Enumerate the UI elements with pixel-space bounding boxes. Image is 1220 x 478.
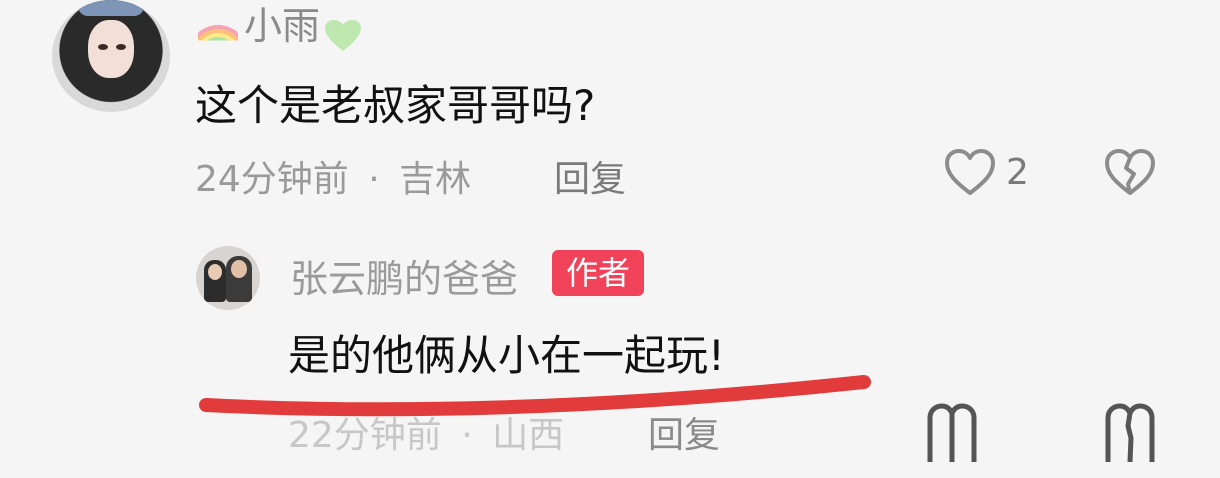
author-badge: 作者: [552, 250, 645, 296]
comment-location: 山西: [492, 415, 565, 456]
comment-time: 24分钟前: [195, 159, 349, 200]
heart-outline-icon[interactable]: [944, 148, 996, 198]
username-text: 小雨: [244, 4, 321, 48]
broken-heart-icon[interactable]: [1104, 148, 1156, 198]
avatar-eye: [116, 44, 126, 50]
comment-text: 这个是老叔家哥哥吗?: [195, 81, 596, 130]
avatar-bow: [78, 0, 144, 16]
heart-outline-icon[interactable]: [926, 402, 978, 462]
avatar[interactable]: [52, 0, 170, 112]
like-count: 2: [1006, 152, 1029, 193]
avatar-face: [88, 20, 134, 78]
red-underline-annotation: [199, 375, 871, 417]
avatar-eye: [98, 44, 108, 50]
reply-button[interactable]: 回复: [554, 150, 626, 202]
rainbow-icon: [198, 14, 238, 41]
broken-heart-icon[interactable]: [1104, 402, 1156, 463]
green-heart-icon: [324, 14, 362, 51]
avatar-face: [208, 264, 222, 280]
comment-time: 22分钟前: [288, 415, 442, 456]
comment-location: 吉林: [399, 159, 472, 200]
comment-text: 是的他俩从小在一起玩!: [288, 331, 725, 380]
comment-meta: 22分钟前 · 山西: [288, 406, 564, 458]
meta-separator: ·: [461, 415, 473, 456]
avatar-face: [231, 260, 247, 278]
reply-button[interactable]: 回复: [648, 406, 720, 458]
comment-username[interactable]: 张云鹏的爸爸: [290, 248, 518, 303]
avatar[interactable]: [196, 246, 260, 310]
meta-separator: ·: [368, 159, 380, 200]
comment-username[interactable]: 小雨: [198, 0, 362, 52]
comment-meta: 24分钟前 · 吉林: [195, 150, 471, 202]
